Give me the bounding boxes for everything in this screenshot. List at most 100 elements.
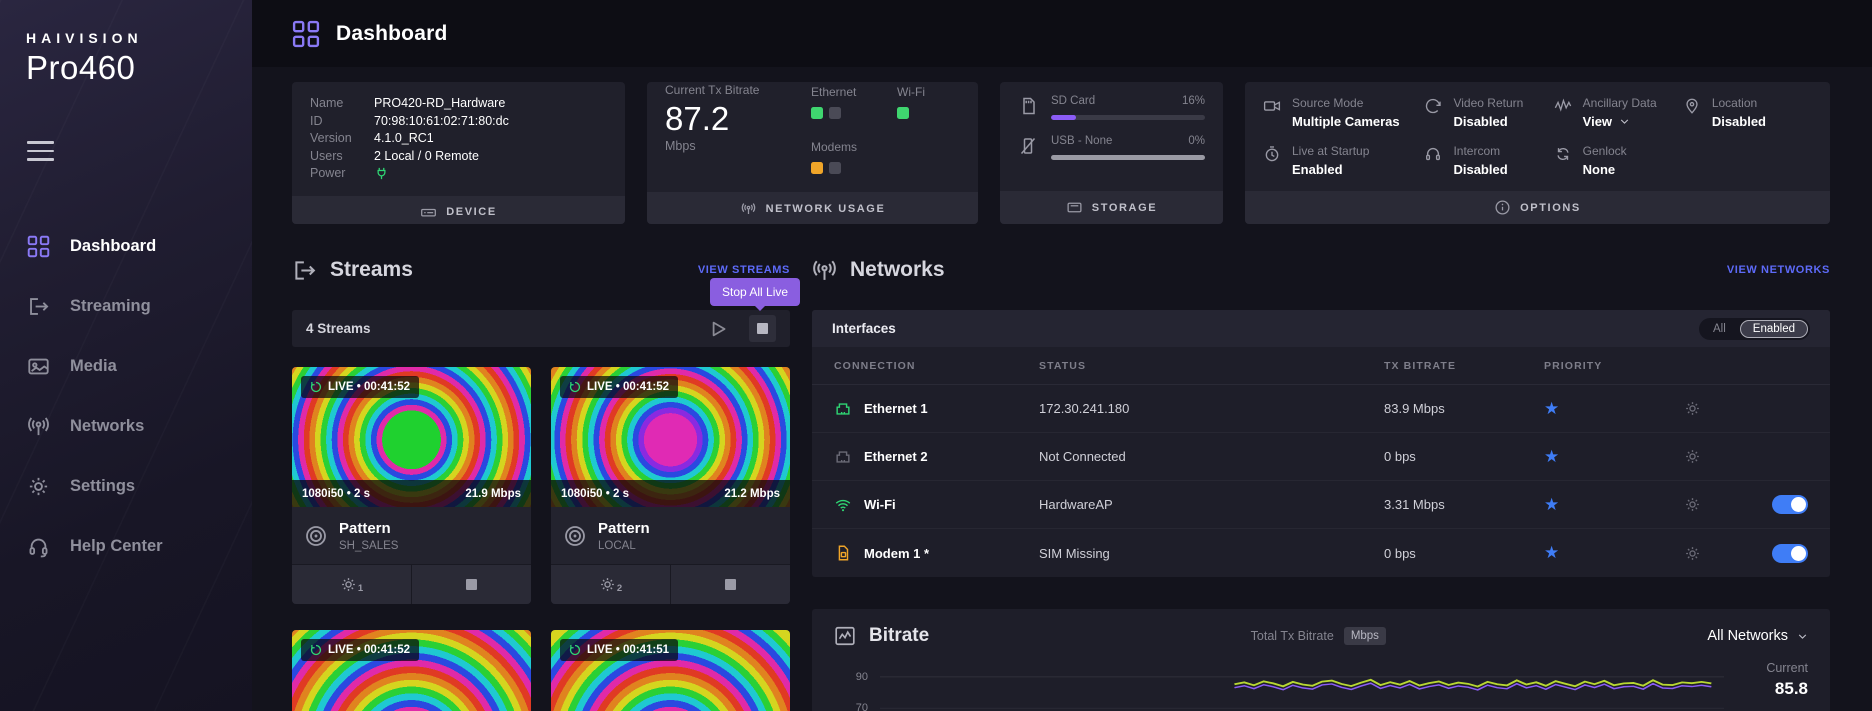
stop-all-live-tooltip: Stop All Live (710, 278, 800, 306)
current-value: 85.8 (1724, 679, 1808, 699)
usb-none-icon (1018, 136, 1038, 156)
intercom-headset-icon (1424, 145, 1442, 163)
priority-star-icon[interactable]: ★ (1544, 543, 1684, 563)
connection-name: Ethernet 2 (864, 449, 928, 464)
stream-card[interactable]: LIVE • 00:41:52 1080i50 • 2 s 21.2 Mbps (551, 367, 790, 604)
option-video-return: Video Return Disabled (1424, 96, 1553, 129)
network-selector-value: All Networks (1707, 628, 1788, 644)
stop-all-button[interactable] (749, 315, 776, 342)
option-label: Genlock (1583, 144, 1627, 158)
option-value: None (1583, 162, 1627, 177)
priority-star-icon[interactable]: ★ (1544, 447, 1684, 467)
connection-status: 172.30.241.180 (1039, 401, 1384, 416)
stream-card[interactable]: LIVE • 00:41:51 (551, 630, 790, 711)
stream-channel-number: 2 (617, 583, 622, 594)
stream-settings-button[interactable]: 1 (292, 565, 411, 604)
power-plug-icon (374, 166, 389, 181)
stream-card[interactable]: LIVE • 00:41:52 1080i50 • 2 s 21.9 Mbps (292, 367, 531, 604)
column-connection: CONNECTION (834, 360, 1039, 372)
stream-format: 1080i50 • 2 s (561, 488, 629, 500)
chevron-down-icon (1619, 116, 1630, 127)
device-row-label: Users (310, 148, 374, 166)
interface-settings-gear-icon[interactable] (1684, 400, 1701, 417)
priority-star-icon[interactable]: ★ (1544, 495, 1684, 515)
thumb-meta: 1080i50 • 2 s 21.9 Mbps (292, 480, 531, 507)
option-label: Live at Startup (1292, 144, 1369, 158)
storage-icon (1066, 199, 1083, 216)
stream-settings-button[interactable]: 2 (551, 565, 670, 604)
interface-enable-toggle[interactable] (1772, 544, 1808, 563)
view-streams-link[interactable]: VIEW STREAMS (698, 264, 790, 276)
table-row-ethernet1: Ethernet 1 172.30.241.180 83.9 Mbps ★ (812, 385, 1830, 433)
interface-settings-gear-icon[interactable] (1684, 448, 1701, 465)
brand-product: Pro460 (26, 49, 252, 87)
option-value: Disabled (1712, 114, 1766, 129)
option-ancillary-data: Ancillary Data View (1554, 96, 1683, 129)
tx-bitrate-value: 87.2 (665, 99, 811, 139)
sd-card-group: SD Card 16% (1018, 95, 1205, 120)
option-source-mode: Source Mode Multiple Cameras (1263, 96, 1424, 129)
storage-card-body: SD Card 16% (1000, 82, 1223, 191)
media-icon (27, 355, 50, 378)
interfaces-filter: All Enabled (1699, 318, 1810, 340)
streams-title: Streams (330, 258, 413, 282)
hamburger-menu-icon[interactable] (27, 141, 54, 161)
connection-name: Ethernet 1 (864, 401, 928, 416)
sim-card-icon (834, 544, 852, 562)
option-value: Disabled (1453, 114, 1523, 129)
interfaces-panel-header: Interfaces All Enabled (812, 310, 1830, 347)
interface-enable-toggle[interactable] (1772, 495, 1808, 514)
tx-bitrate-block: Current Tx Bitrate 87.2 Mbps (665, 83, 811, 179)
device-card-footer: DEVICE (292, 196, 625, 225)
modem1-status-square (811, 162, 823, 174)
dashboard-grid-icon (27, 235, 50, 258)
connection-name: Modem 1 * (864, 546, 929, 561)
sidebar-item-label: Networks (70, 417, 144, 436)
device-card-title: DEVICE (446, 206, 497, 218)
option-live-at-startup: Live at Startup Enabled (1263, 144, 1424, 177)
sidebar-item-dashboard[interactable]: Dashboard (0, 217, 252, 277)
option-label: Ancillary Data (1583, 96, 1657, 110)
start-all-button[interactable] (707, 318, 729, 340)
stop-icon (725, 579, 736, 590)
stopwatch-icon (1263, 145, 1281, 163)
sidebar-item-media[interactable]: Media (0, 337, 252, 397)
sidebar-item-networks[interactable]: Networks (0, 397, 252, 457)
stream-stop-button[interactable] (411, 565, 531, 604)
sidebar-item-streaming[interactable]: Streaming (0, 277, 252, 337)
device-row-label: Name (310, 95, 374, 113)
streams-toolbar: 4 Streams (292, 310, 790, 347)
live-badge: LIVE • 00:41:52 (560, 376, 678, 398)
stream-stop-button[interactable] (670, 565, 790, 604)
interface-settings-gear-icon[interactable] (1684, 496, 1701, 513)
wifi-group-label: Wi-Fi (897, 85, 925, 99)
view-networks-link[interactable]: VIEW NETWORKS (1727, 264, 1830, 276)
network-usage-card: Current Tx Bitrate 87.2 Mbps Ethernet Wi… (647, 82, 978, 224)
thumb-meta: 1080i50 • 2 s 21.2 Mbps (551, 480, 790, 507)
live-icon (310, 644, 322, 656)
interface-settings-gear-icon[interactable] (1684, 545, 1701, 562)
bitrate-title: Bitrate (869, 625, 929, 647)
sidebar: HAIVISION Pro460 Dashboard Streaming (0, 0, 252, 711)
sidebar-item-settings[interactable]: Settings (0, 457, 252, 517)
priority-star-icon[interactable]: ★ (1544, 399, 1684, 419)
current-label: Current (1724, 661, 1808, 675)
live-badge: LIVE • 00:41:52 (301, 639, 419, 661)
ancillary-data-dropdown[interactable]: View (1583, 114, 1657, 129)
gear-icon (599, 576, 616, 593)
live-timer: LIVE • 00:41:51 (587, 644, 669, 656)
stream-card[interactable]: LIVE • 00:41:52 (292, 630, 531, 711)
main: Dashboard NamePRO420-RD_Hardware ID70:98… (252, 0, 1872, 711)
stream-name: Pattern (598, 520, 650, 537)
stream-thumbnail: LIVE • 00:41:52 1080i50 • 2 s 21.2 Mbps (551, 367, 790, 507)
sidebar-item-help-center[interactable]: Help Center (0, 517, 252, 577)
filter-enabled-button[interactable]: Enabled (1740, 320, 1808, 338)
sd-card-label: SD Card (1051, 95, 1095, 107)
options-card: Source Mode Multiple Cameras Video Retur… (1245, 82, 1830, 224)
connection-name: Wi-Fi (864, 497, 896, 512)
options-card-title: OPTIONS (1520, 202, 1581, 214)
networks-title: Networks (850, 258, 945, 282)
network-selector-dropdown[interactable]: All Networks (1707, 628, 1808, 644)
streams-icon (292, 258, 317, 283)
filter-all-button[interactable]: All (1701, 321, 1738, 337)
